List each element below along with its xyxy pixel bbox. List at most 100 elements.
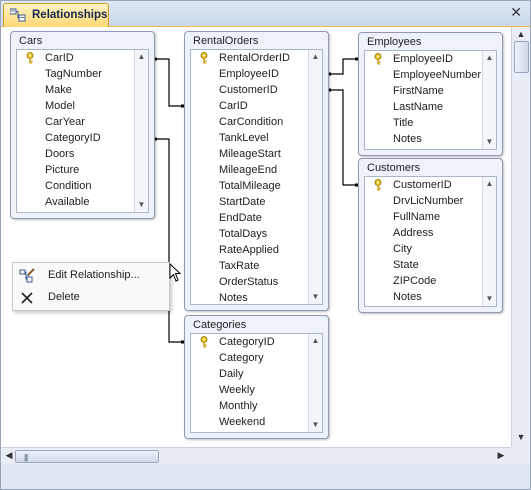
field-row[interactable]: DrvLicNumber	[365, 193, 496, 209]
field-row[interactable]: Weekly	[191, 382, 322, 398]
table-employees[interactable]: Employees EmployeeID EmployeeNumber FirstN…	[358, 32, 503, 156]
table-title: Employees	[367, 36, 422, 48]
tab-relationships[interactable]: Relationships	[3, 3, 109, 27]
field-name: Notes	[393, 133, 422, 145]
field-row[interactable]: MileageStart	[191, 146, 322, 162]
field-row[interactable]: Make	[17, 82, 148, 98]
field-row[interactable]: CustomerID	[365, 177, 496, 193]
field-row[interactable]: Condition	[17, 178, 148, 194]
scroll-down-icon[interactable]: ▼	[484, 136, 495, 148]
field-row[interactable]: FullName	[365, 209, 496, 225]
field-row[interactable]: Address	[365, 225, 496, 241]
horizontal-scroll-thumb[interactable]: |||	[15, 450, 159, 463]
scroll-down-icon[interactable]: ▼	[515, 432, 527, 442]
field-row[interactable]: TagNumber	[17, 66, 148, 82]
scroll-up-icon[interactable]: ▲	[310, 51, 321, 63]
field-row[interactable]: StartDate	[191, 194, 322, 210]
vertical-scrollbar[interactable]: ▲ ▼	[511, 27, 530, 447]
field-list-scrollbar[interactable]: ▲ ▼	[482, 177, 496, 306]
field-list-scrollbar[interactable]: ▲ ▼	[482, 51, 496, 149]
field-row[interactable]: Notes	[365, 131, 496, 147]
scroll-up-icon[interactable]: ▲	[484, 52, 495, 64]
horizontal-scrollbar[interactable]: ◀ ||| ▶	[1, 447, 511, 464]
field-list-scrollbar[interactable]: ▲ ▼	[308, 50, 322, 304]
field-row[interactable]: Available	[17, 194, 148, 210]
scroll-right-icon[interactable]: ▶	[495, 450, 507, 461]
relation-line-cars-categories	[153, 138, 185, 343]
status-strip	[1, 464, 530, 489]
context-menu: Edit Relationship... Delete	[12, 262, 170, 311]
relationships-icon	[10, 8, 26, 22]
field-row[interactable]: CategoryID	[17, 130, 148, 146]
scroll-down-icon[interactable]: ▼	[484, 293, 495, 305]
field-row[interactable]: Weekend	[191, 414, 322, 430]
field-row[interactable]: Daily	[191, 366, 322, 382]
field-row[interactable]: RentalOrderID	[191, 50, 322, 66]
field-row[interactable]: FirstName	[365, 83, 496, 99]
field-row[interactable]: Model	[17, 98, 148, 114]
field-name: FullName	[393, 211, 441, 223]
field-row[interactable]: Title	[365, 115, 496, 131]
scroll-down-icon[interactable]: ▼	[136, 199, 147, 211]
field-row[interactable]: LastName	[365, 99, 496, 115]
field-row[interactable]: Notes	[365, 289, 496, 305]
table-title: Categories	[193, 319, 247, 331]
field-row[interactable]: EmployeeNumber	[365, 67, 496, 83]
field-list-scrollbar[interactable]: ▲ ▼	[134, 50, 148, 212]
table-customers[interactable]: Customers CustomerID DrvLicNumber FullName…	[358, 158, 503, 313]
scroll-down-icon[interactable]: ▼	[310, 419, 321, 431]
field-row[interactable]: City	[365, 241, 496, 257]
primary-key-icon	[374, 179, 382, 191]
scroll-left-icon[interactable]: ◀	[3, 450, 15, 461]
scroll-up-icon[interactable]: ▲	[515, 29, 527, 39]
field-row[interactable]: OrderStatus	[191, 274, 322, 290]
field-row[interactable]: CarCondition	[191, 114, 322, 130]
field-name: Notes	[393, 291, 422, 303]
scroll-up-icon[interactable]: ▲	[136, 51, 147, 63]
table-rentalorders[interactable]: RentalOrders RentalOrderID EmployeeID Cust…	[184, 31, 329, 311]
delete-x-icon	[21, 292, 33, 304]
table-title: Customers	[367, 162, 421, 174]
menu-item-delete[interactable]: Delete	[13, 287, 169, 309]
vertical-scroll-thumb[interactable]	[514, 41, 529, 73]
scroll-down-icon[interactable]: ▼	[310, 291, 321, 303]
field-row[interactable]: TotalDays	[191, 226, 322, 242]
field-row[interactable]: CategoryID	[191, 334, 322, 350]
field-row[interactable]: RateApplied	[191, 242, 322, 258]
primary-key-icon	[26, 52, 34, 64]
field-name: MileageEnd	[219, 164, 278, 176]
field-row[interactable]: CarID	[17, 50, 148, 66]
field-name: Address	[393, 227, 434, 239]
relation-line-rentalorders-customers	[327, 89, 359, 186]
field-row[interactable]: CarID	[191, 98, 322, 114]
field-row[interactable]: TankLevel	[191, 130, 322, 146]
scroll-up-icon[interactable]: ▲	[310, 335, 321, 347]
field-row[interactable]: CustomerID	[191, 82, 322, 98]
relationship-canvas[interactable]: Cars CarID TagNumber Make Model CarYear Categ…	[1, 27, 511, 447]
close-icon[interactable]: ✕	[510, 5, 522, 19]
field-name: MileageStart	[219, 148, 281, 160]
field-row[interactable]: Monthly	[191, 398, 322, 414]
field-row[interactable]: EndDate	[191, 210, 322, 226]
field-list: EmployeeID EmployeeNumber FirstName LastNam…	[364, 50, 497, 150]
field-row[interactable]: State	[365, 257, 496, 273]
scroll-up-icon[interactable]: ▲	[484, 178, 495, 190]
field-name: Available	[45, 196, 90, 208]
field-name: FirstName	[393, 85, 444, 97]
field-row[interactable]: Picture	[17, 162, 148, 178]
field-row[interactable]: ZIPCode	[365, 273, 496, 289]
field-row[interactable]: Doors	[17, 146, 148, 162]
field-row[interactable]: EmployeeID	[365, 51, 496, 67]
field-row[interactable]: TaxRate	[191, 258, 322, 274]
field-row[interactable]: EmployeeID	[191, 66, 322, 82]
field-row[interactable]: Category	[191, 350, 322, 366]
field-row[interactable]: MileageEnd	[191, 162, 322, 178]
table-categories[interactable]: Categories CategoryID Category Daily Weekly…	[184, 315, 329, 439]
field-list-scrollbar[interactable]: ▲ ▼	[308, 334, 322, 432]
field-list: CustomerID DrvLicNumber FullName Address Cit…	[364, 176, 497, 307]
field-row[interactable]: Notes	[191, 290, 322, 304]
field-row[interactable]: TotalMileage	[191, 178, 322, 194]
field-row[interactable]: CarYear	[17, 114, 148, 130]
table-cars[interactable]: Cars CarID TagNumber Make Model CarYear Categ…	[10, 31, 155, 219]
menu-item-edit-relationship[interactable]: Edit Relationship...	[13, 265, 169, 287]
